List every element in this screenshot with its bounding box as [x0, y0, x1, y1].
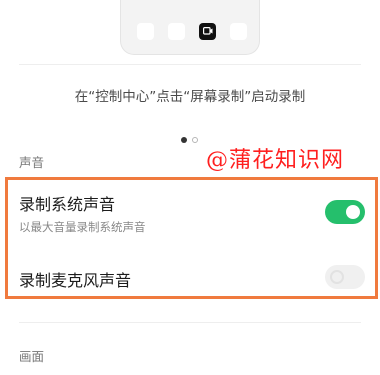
toggle-knob	[330, 270, 344, 284]
sound-section-label: 声音	[19, 155, 45, 170]
instruction-hint: 在“控制中心”点击“屏幕录制”启动录制	[74, 89, 306, 105]
picture-section-label: 画面	[19, 349, 45, 364]
watermark: @蒲花知识网	[206, 148, 345, 173]
divider	[19, 64, 361, 65]
page-dot-active[interactable]	[181, 137, 187, 143]
screen-record-tile	[199, 23, 216, 40]
record-system-sound-title: 录制系统声音	[19, 195, 116, 214]
record-mic-sound-title: 录制麦克风声音	[19, 271, 132, 290]
screen-record-icon	[202, 27, 212, 35]
control-tile	[137, 23, 154, 40]
record-mic-sound-toggle[interactable]	[325, 265, 365, 289]
page-dot-inactive[interactable]	[192, 137, 198, 143]
record-system-sound-subtitle: 以最大音量录制系统声音	[19, 220, 146, 234]
control-tile	[168, 23, 185, 40]
divider	[19, 322, 361, 323]
record-system-sound-toggle[interactable]	[325, 200, 365, 224]
control-tile	[230, 23, 247, 40]
control-center-illustration	[120, 0, 260, 55]
toggle-knob	[346, 205, 360, 219]
